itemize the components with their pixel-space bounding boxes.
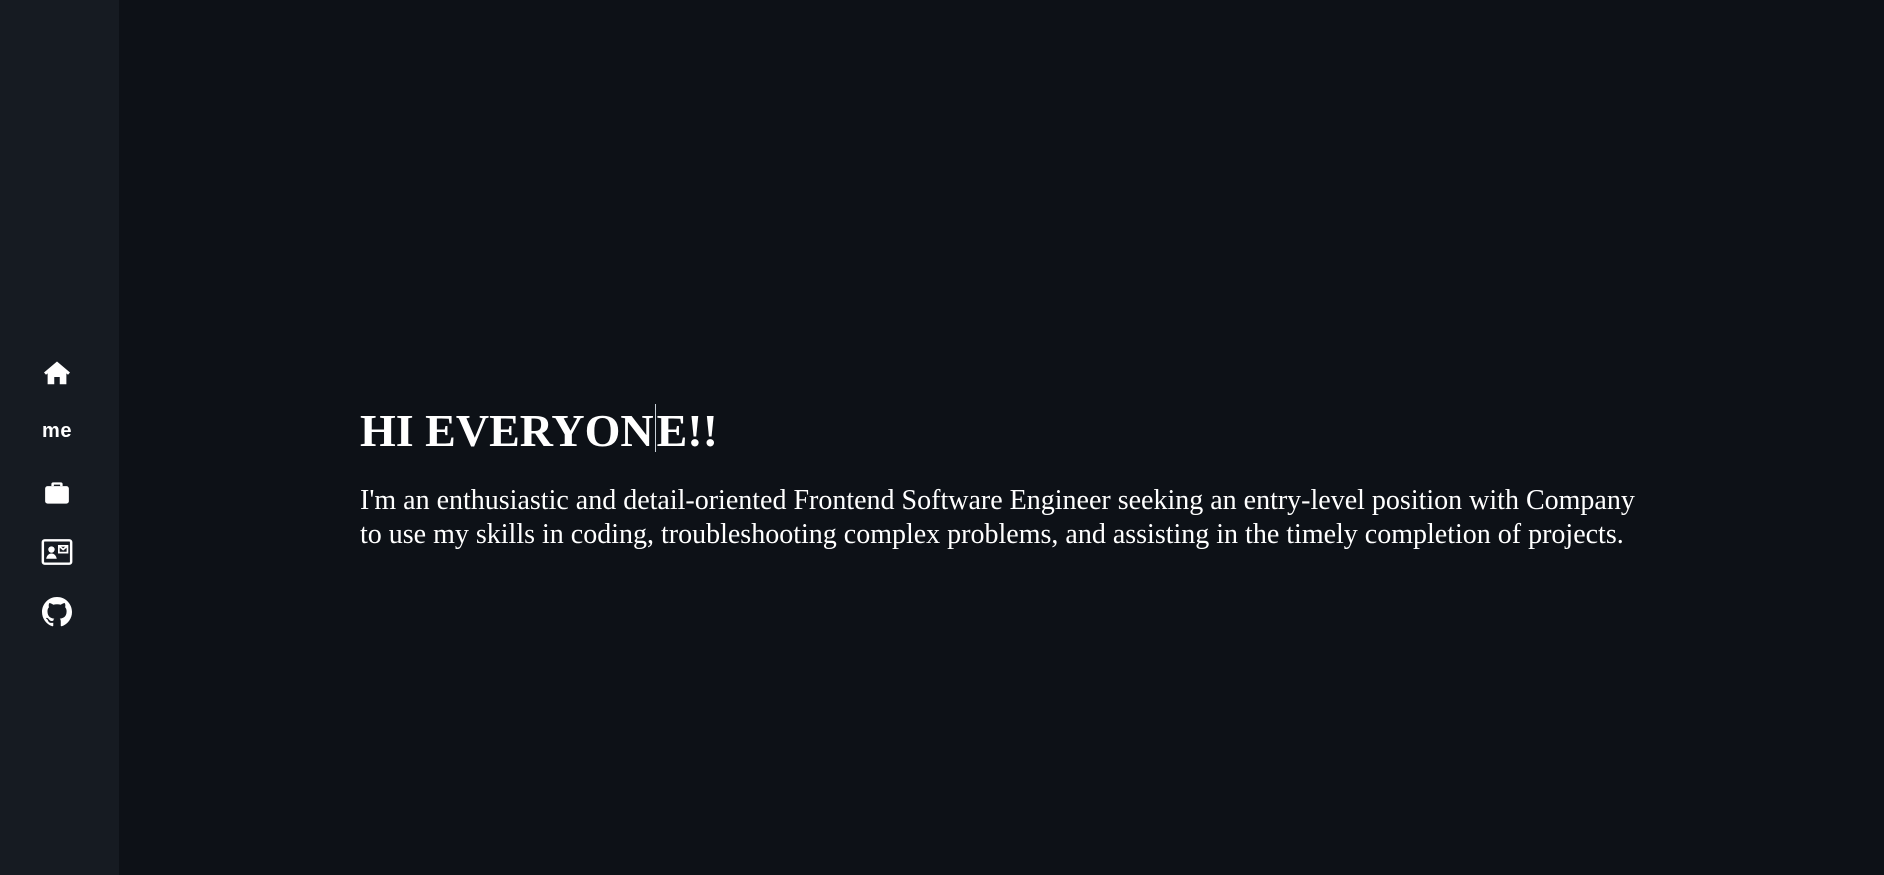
- headline-text-before-caret: HI EVERYON: [360, 405, 654, 456]
- nav-contact[interactable]: [36, 531, 78, 573]
- text-caret: [654, 404, 656, 452]
- main-content: HI EVERYONE!! I'm an enthusiastic and de…: [360, 400, 1660, 552]
- home-icon: [42, 358, 72, 388]
- nav-me[interactable]: me: [36, 410, 78, 452]
- page-title: HI EVERYONE!!: [360, 400, 1660, 462]
- nav-me-label: me: [42, 419, 72, 442]
- briefcase-icon: [42, 478, 72, 508]
- headline-text-after-caret: E!!: [656, 405, 718, 456]
- nav-work[interactable]: [36, 472, 78, 514]
- nav-home[interactable]: [36, 352, 78, 394]
- contact-card-icon: [41, 538, 73, 566]
- intro-paragraph: I'm an enthusiastic and detail-oriented …: [360, 485, 1635, 550]
- github-icon: [42, 597, 72, 627]
- nav-github[interactable]: [36, 591, 78, 633]
- sidebar: me: [0, 0, 119, 875]
